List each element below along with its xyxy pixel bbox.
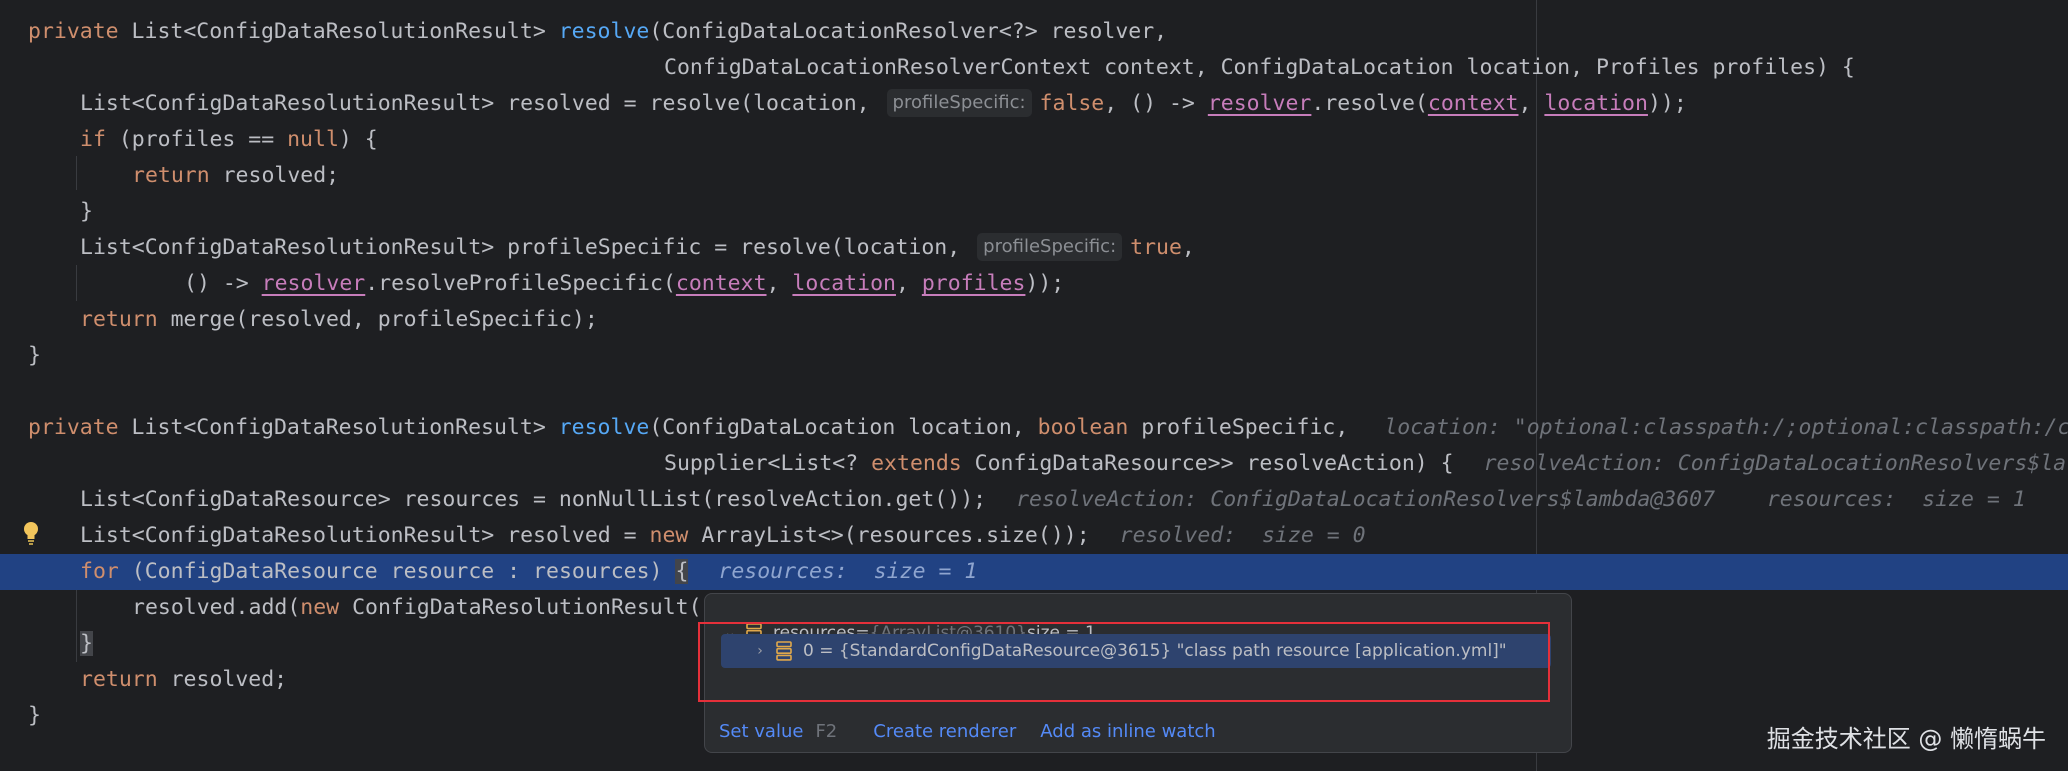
parameter-hint: profileSpecific:	[977, 233, 1123, 261]
code-line[interactable]: return merge(resolved, profileSpecific);	[80, 302, 598, 338]
add-inline-watch-link[interactable]: Add as inline watch	[1040, 721, 1215, 742]
code-line[interactable]: List<ConfigDataResolutionResult> resolve…	[80, 518, 1366, 554]
parameter-hint: profileSpecific:	[886, 89, 1032, 117]
code-line[interactable]: }	[28, 338, 41, 374]
popup-actions: Set value F2 Create renderer Add as inli…	[719, 716, 1240, 746]
indent-guide	[76, 590, 77, 662]
indent-guide	[76, 265, 77, 301]
create-renderer-link[interactable]: Create renderer	[873, 721, 1016, 742]
code-line[interactable]: private List<ConfigDataResolutionResult>…	[28, 14, 1167, 50]
annotation-highlight-box	[698, 622, 1550, 702]
shortcut-hint: F2	[815, 720, 838, 742]
code-line[interactable]: }	[28, 698, 41, 734]
code-line[interactable]: return resolved;	[132, 158, 339, 194]
code-line[interactable]: }	[80, 194, 93, 230]
current-execution-line[interactable]: for (ConfigDataResource resource : resou…	[0, 554, 2068, 590]
inline-debug-value[interactable]: resources: size = 1	[718, 559, 977, 584]
code-line[interactable]: () -> resolver.resolveProfileSpecific(co…	[184, 266, 1064, 302]
code-line[interactable]: List<ConfigDataResource> resources = non…	[80, 482, 2026, 518]
code-line[interactable]: List<ConfigDataResolutionResult> profile…	[80, 230, 1195, 266]
inline-debug-value[interactable]: resolveAction: ConfigDataLocationResolve…	[1016, 487, 2026, 512]
code-line[interactable]: }	[80, 626, 93, 662]
code-line[interactable]: resolved.add(new ConfigDataResolutionRes…	[132, 590, 702, 626]
code-line[interactable]: ConfigDataLocationResolverContext contex…	[664, 50, 1855, 86]
watermark: 掘金技术社区 @ 懒惰蜗牛	[1766, 725, 2046, 753]
lightbulb-icon[interactable]	[22, 521, 40, 545]
inline-debug-value[interactable]: resolved: size = 0	[1120, 523, 1366, 548]
code-line[interactable]: Supplier<List<? extends ConfigDataResour…	[664, 446, 2066, 482]
inline-debug-value[interactable]: resolveAction: ConfigDataLocationResolve…	[1484, 451, 2066, 476]
code-line[interactable]: return resolved;	[80, 662, 287, 698]
indent-guide	[76, 156, 77, 190]
set-value-link[interactable]: Set value	[719, 721, 803, 742]
code-line[interactable]: List<ConfigDataResolutionResult> resolve…	[80, 86, 1687, 122]
inline-debug-value[interactable]: location: "optional:classpath:/;optional…	[1384, 415, 2068, 440]
code-line[interactable]: private List<ConfigDataResolutionResult>…	[28, 410, 2068, 446]
code-line[interactable]: if (profiles == null) {	[80, 122, 378, 158]
